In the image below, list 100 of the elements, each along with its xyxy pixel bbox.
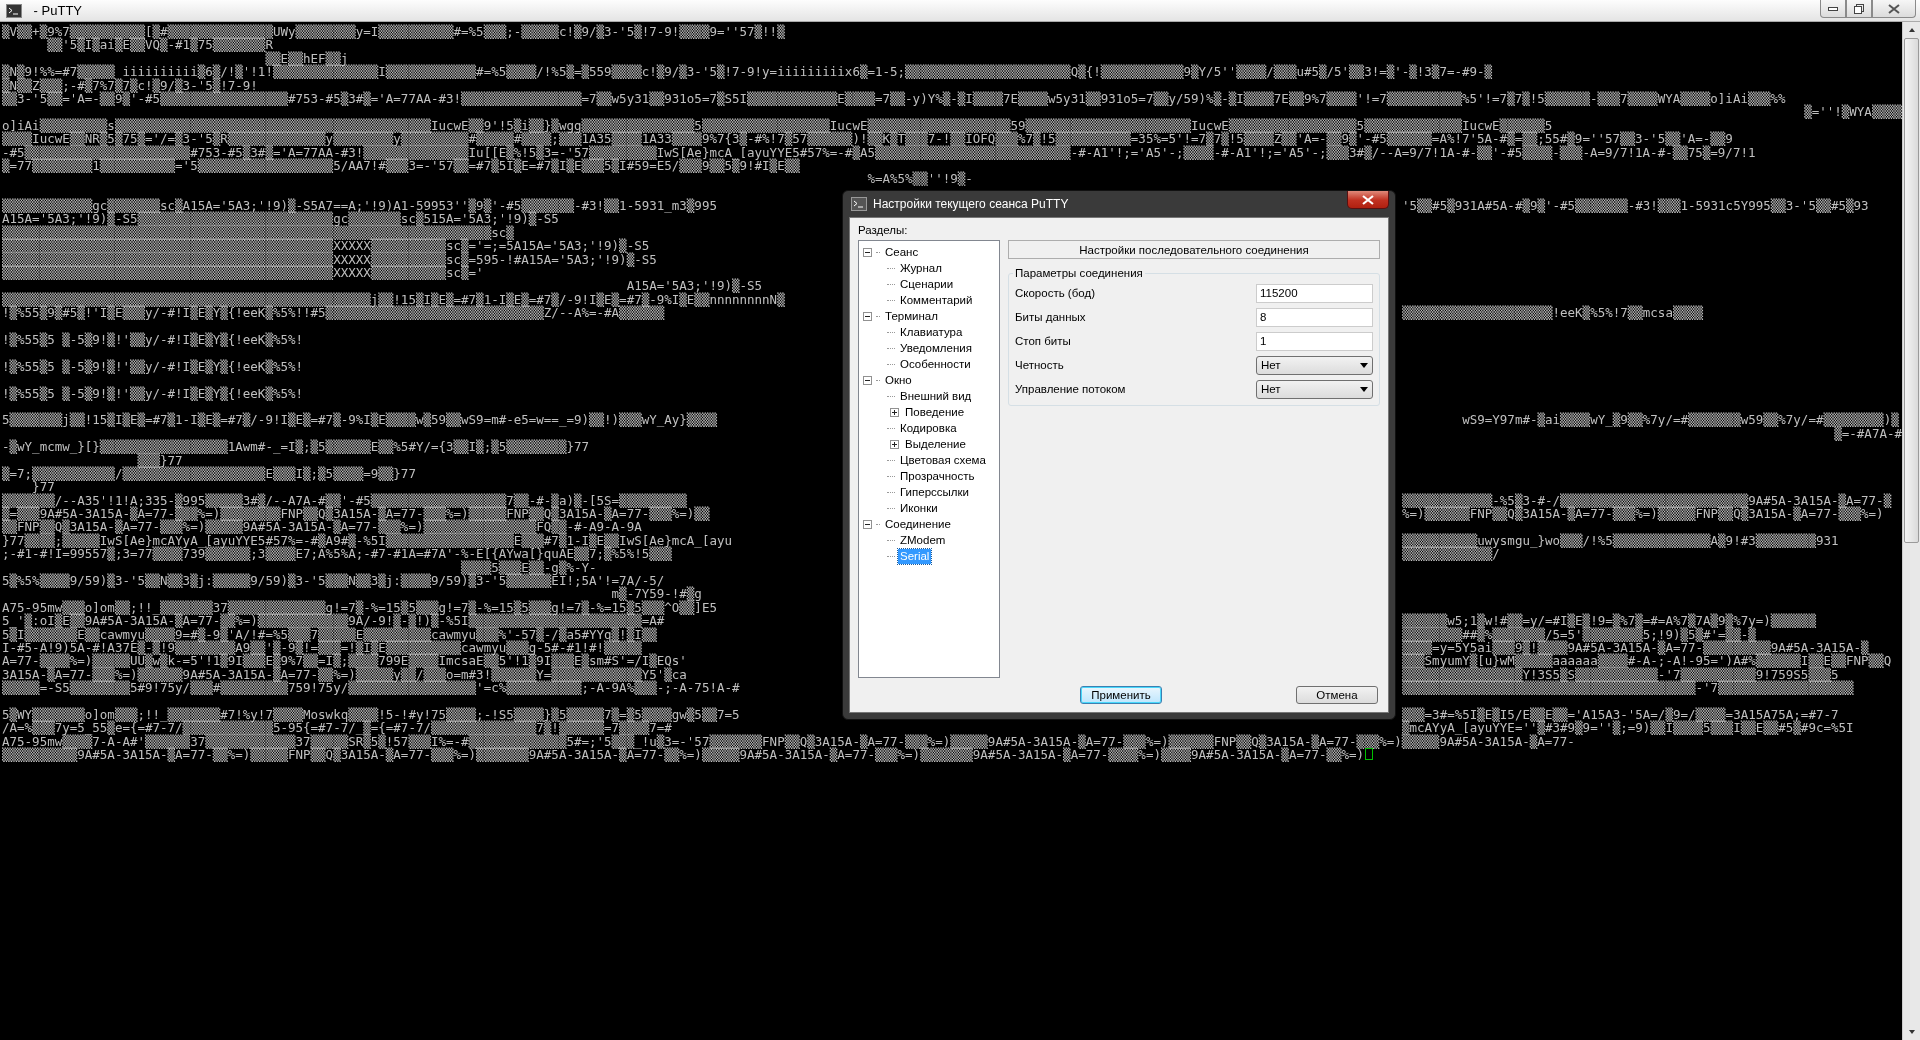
terminal-line: ▒=7;▒▒▒▒▒▒▒▒▒▒▒/▒▒▒▒▒▒▒▒▒▒▒▒▒▒▒▒▒▒▒E▒▒▒I▒;▒5▒▒▒▒=9▒▒}77 [2,466,416,481]
dialog-title: Настройки текущего сеанса PuTTY [873,197,1069,211]
terminal-line: ▒▒▒▒▒▒▒▒▒▒▒▒▒▒▒▒▒▒▒▒▒▒▒▒▒▒▒▒▒▒▒▒▒▒▒▒▒▒▒▒▒▒▒▒▒▒▒▒▒▒▒▒▒▒▒▒▒▒▒▒▒▒▒▒▒sc▒ [2,225,514,240]
panel-title: Настройки последовательного соединения [1008,240,1380,259]
terminal-line: ▒▒▒▒▒▒▒▒▒▒▒▒▒▒▒▒▒▒▒▒▒▒▒▒▒▒▒▒▒▒▒▒▒▒▒▒▒▒▒▒▒▒▒▒XXXXX▒▒▒▒▒▒▒▒▒▒sc▒=595-!#A15A='5A3;'!9)▒-S5 [2,252,657,267]
terminal-line: 5▒I▒▒▒▒▒▒▒E▒▒cawmyu▒▒▒▒9=#▒-9▒'A/!#=%5▒▒▒7▒▒▒▒▒E▒▒▒▒▒▒▒▒▒cawmyu▒▒▒%'-57▒-/▒a5#YYq▒!▒I▒▒ [2,627,657,641]
tree-item[interactable]: Уведомления [898,340,974,356]
terminal-line: 3A15A-▒A=77-▒▒▒%=)▒▒▒▒▒▒9A#5A-3A15A-▒A=77-▒▒%=)▒▒▒▒▒y▒▒/▒▒▒o=m#3!▒▒▒▒▒▒Y=▒▒▒▒▒▒▒▒▒▒▒▒Y5'▒ca [2,667,687,682]
terminal-line: ▒▒FNP▒▒Q▒3A15A-▒A=77-▒▒▒%=)▒▒▒▒▒9A#5A-3A15A-▒A=77-▒▒▒%=)▒▒▒▒▒▒▒▒▒▒▒▒▒▒▒FQ▒▒-#-A9-A-9A [2,520,642,534]
dialog-button[interactable]: Применить [1080,686,1162,704]
field-label: Управление потоком [1015,383,1126,395]
terminal-line: ▒▒'5▒I▒ai▒E▒▒VQ▒-#1▒75▒▒▒▒▒▒▒R [47,38,273,52]
restore-icon [1854,3,1864,14]
dialog-button[interactable]: Отмена [1296,686,1378,704]
terminal-line: ▒=-#A7A-# [1834,426,1902,441]
terminal-line: A15A='5A3;'!9)▒-S5▒▒▒▒▒▒▒▒▒▒▒▒▒▒▒▒▒▒▒▒▒▒▒▒▒▒gc▒▒▒▒▒▒▒sc▒515A='5A3;'!9)▒-S5 [2,212,559,226]
terminal-line: %=A%5%▒▒''!9▒- [866,172,973,186]
scrollbar[interactable] [1902,22,1920,1040]
terminal-line: 5▒▒▒▒▒▒▒j▒▒!15▒I▒E▒=#7▒1-I▒E▒=#7▒/-9!I▒E▒=#7▒-9%I▒E▒▒▒▒w▒59▒▒wS9=m#-e5=w==_=9)▒▒!)▒▒▒wY_Ay}▒▒▒▒ [2,413,717,427]
expand-icon[interactable] [890,439,899,449]
terminal-line: ▒▒▒▒▒▒▒▒##▒%▒▒▒▒▒▒▒/5=5'▒▒▒▒▒▒▒▒5;!9)▒5▒#'=▒▒-▒ [1402,627,1756,641]
collapse-icon[interactable] [863,519,872,529]
terminal-line: ▒▒▒▒▒▒▒/--A35'!1!A;335-▒995▒▒▒▒▒3#▒/--A7A-#▒▒'-#5▒▒▒▒▒▒▒▒▒▒▒▒▒▒▒▒▒▒7▒▒-#-▒a)▒-[5S=▒▒▒▒▒▒▒▒▒ [2,493,687,508]
terminal-line: -▒wY_mcmw_}[}▒▒▒▒▒▒▒▒▒▒▒▒▒▒▒▒▒1Awm#-_=I▒;▒5▒▒▒▒▒▒E▒▒%5#Y/={3▒▒I▒;▒5▒▒▒▒▒▒▒▒}77 [2,440,589,454]
terminal-line: ▒▒▒▒▒▒▒▒▒▒▒▒gc▒▒▒▒▒▒▒sc▒A15A='5A3;'!9)▒-S5A7==A;'!9)A1-59953''▒9▒'-#5▒▒▒▒▒▒▒-#3!▒▒1-5931_m3▒995 [2,199,717,213]
tree-item[interactable]: Терминал [883,308,940,324]
tree-item[interactable]: ZModem [898,532,948,548]
field-label: Четность [1015,359,1064,371]
terminal-line: A75-95mw▒▒▒o]om▒▒;!!_▒▒▒▒▒▒▒37▒▒▒▒▒▒▒▒▒▒▒▒▒g!=7▒-%=15▒5▒▒▒g!=7▒-%=15▒5▒▒▒g!=7▒-%=15▒5▒▒▒^O▒▒]E5 [2,600,717,615]
expand-icon[interactable] [890,407,899,417]
dropdown[interactable]: Нет [1256,355,1373,375]
terminal-line: %=)▒▒▒▒▒▒FNP▒▒Q▒3A15A-▒A=77-▒▒▒%=)▒▒▒▒▒FNP▒▒Q▒3A15A-▒A=77-▒▒▒%=) [1402,507,1884,521]
collapse-icon[interactable] [863,247,872,257]
terminal-line: !▒%55▒5 ▒-5▒9!▒!'▒▒y/-#!I▒E▒Y▒{!eeK▒%5%! [2,333,304,347]
terminal-line: ▒N▒9!%%=#7▒▒▒▒▒ iiiiiiiiii▒6▒/!▒'!1!▒▒▒▒▒▒▒▒▒▒▒▒▒▒I▒▒▒▒▒▒▒▒▒▒▒▒#=%5▒▒▒▒/!%5▒=▒559▒▒▒▒c!▒9/▒3-'5▒!7-9!y=iiiiiiiiix6▒=1-5;▒▒▒▒▒▒▒▒▒▒▒▒▒▒▒▒▒▒▒▒▒▒Q▒{!▒▒▒▒▒▒▒▒▒▒▒9▒Y/5''▒▒▒▒/▒▒▒u#5▒/5'▒▒3!=▒'-▒!3▒7=-#9-▒ [2,65,1493,79]
input-field[interactable]: 8 [1256,307,1373,327]
terminal-line: A=77-▒▒▒▒%=)▒▒▒▒▒UU▒w▒k-=5'!1▒9I▒▒▒E▒9%7▒▒=I▒;▒▒▒▒799E▒▒▒▒ImcsaE▒▒5'!1▒9I▒▒▒E▒sm#S'=/I▒EQs' [2,654,687,668]
tree-item[interactable]: Журнал [898,260,944,276]
collapse-icon[interactable] [863,375,872,385]
terminal-line: ▒▒▒SmyumY▒[u}wM▒▒▒▒▒aaaaaa▒▒▒▒#-A-;-A!-95=')A#%▒▒▒▒▒▒I▒▒E▒▒FNP▒▒Q [1402,654,1892,668]
tree-item[interactable]: Выделение [903,436,968,452]
tree-item[interactable]: Цветовая схема [898,452,988,468]
terminal-line: !▒%55▒5 ▒-5▒9!▒!'▒▒y/-#!I▒E▒Y▒{!eeK▒%5%! [2,386,304,400]
tree-item[interactable]: Поведение [903,404,967,420]
restore-button[interactable] [1846,0,1872,18]
close-icon [1888,3,1900,14]
terminal-line: 5▒%5%▒▒▒▒9/59)▒3-'5▒▒N▒▒3▒j:▒▒▒▒▒9/59)▒3-'5▒▒▒N▒▒3▒j:▒▒▒▒9/59)▒3-'5▒▒▒▒▒▒EI!;5A'!=7A/-5/ [2,574,665,588]
terminal-line: ▒=''!▒WYA▒▒▒▒ [1804,105,1902,119]
tree-item[interactable]: Окно [883,372,914,388]
minimize-icon [1828,6,1838,11]
tree-item[interactable]: Комментарий [898,292,975,308]
close-button[interactable] [1872,0,1916,18]
terminal-icon [6,3,22,18]
terminal-line: A75-95mw▒▒▒▒7-A-A#'▒▒▒▒▒▒37▒▒▒▒▒▒▒▒▒▒▒▒37▒▒▒▒▒SR▒5▒!57▒▒▒I%=-#▒▒▒▒▒▒▒▒▒▒▒▒▒5#=;'5▒▒▒_!u▒3=-'57▒▒▒▒▒▒▒FNP▒▒Q▒3A15A-▒A=77-▒▒▒%=)▒▒▒▒▒9A#5A-3A15A-▒A=77-▒▒▒%=)▒▒▒▒▒▒FNP▒▒Q▒3A15A-▒A=77-▒▒▒%=)▒▒▒▒▒9A#5A-3A15A-▒A=77- [2,734,1575,749]
terminal-line: ▒▒▒▒▒▒▒▒▒▒9A#5A-3A15A-▒A=77-▒▒%=)▒▒▒▒▒FNP▒▒Q▒3A15A-▒A=77-▒▒▒%=)▒▒▒▒▒▒▒9A#5A-3A15A-▒A=77-▒▒%=)▒▒▒▒▒9A#5A-3A15A-▒A=77-▒▒▒%=)▒▒▒▒▒▒▒9A#5A-3A15A-▒A=77-▒▒▒▒%=)▒▒▒▒9A#5A-3A15A-▒A=77-▒▒%=) [2,748,1365,762]
collapse-icon[interactable] [863,311,872,321]
terminal-line: ▒▒▒=3#=%5I▒E▒I5/E▒▒E▒▒='A15A3-'5A=/▒9=/▒▒▒▒=3A15A75A;=#7-7 [1402,707,1839,722]
terminal-line: ▒▒▒▒=y=5Y5ai▒▒▒9▒!▒▒▒▒9A#5A-3A15A-▒A=77-▒▒▒▒▒▒▒▒▒9A#5A-3A15A-▒ [1402,640,1869,655]
tree-item[interactable]: Сценарии [898,276,956,292]
group-title: Параметры соединения [1014,267,1144,279]
terminal-line: !▒%55▒5 ▒-5▒9!▒!'▒▒y/-#!I▒E▒Y▒{!eeK▒%5%! [2,359,304,374]
terminal-line: '5▒▒#5▒931A#5A-#▒9▒'-#5▒▒▒▒▒▒▒-#3!▒▒▒1-5931c5Y995▒▒3-'5▒▒#5▒93 [1402,199,1869,213]
tree-item[interactable]: Иконки [898,500,940,516]
scroll-thumb[interactable] [1904,38,1919,543]
terminal-line: 5_'▒:oI▒E▒▒9A#5A-3A15A-▒A=77-▒▒%=)▒▒▒▒▒▒▒▒▒▒▒▒9A/-9!▒-▒!)▒-%5I▒▒▒▒▒▒▒▒▒▒▒▒▒▒▒▒▒▒▒▒▒▒▒=A# [2,614,665,628]
terminal-line: ▒▒▒▒▒▒▒▒▒▒▒▒▒▒▒▒▒▒▒▒▒▒▒▒▒▒▒▒▒▒▒▒▒▒▒▒▒▒▒▒▒▒▒▒XXXXX▒▒▒▒▒▒▒▒▒▒sc▒='=;=5A15A='5A3;'!9)▒-S5 [2,239,650,253]
field-label: Скорость (бод) [1015,287,1095,299]
terminal-line: ▒=▒▒▒9A#5A-3A15A-▒A=77-▒▒▒%=)▒▒▒▒▒▒▒▒FNP▒▒Q▒3A15A-▒A=77-▒▒▒%=)▒▒▒▒▒FNP▒▒Q▒3A15A-▒A=77-▒▒▒%=)▒▒ [2,507,710,521]
terminal-line: 5▒WY▒▒▒▒▒▒▒o]om▒▒▒;!!_▒▒▒▒▒▒▒#7!%y!7▒▒▒▒Moswkq▒▒▒▒!5-!#y!75▒▒▒▒;-!S5▒▒▒▒}▒5▒▒▒▒▒7▒=▒5▒▒▒▒gw▒5▒▒7=5 [2,707,740,722]
terminal-line: o]iAi▒▒▒▒▒▒▒▒▒s▒▒▒▒▒▒▒▒▒▒▒▒▒▒▒▒▒▒▒▒▒▒▒▒▒▒▒▒▒▒▒▒▒▒▒▒▒▒▒▒▒▒IucwE▒▒9'!5▒i▒▒}▒wgg▒▒▒▒▒▒▒▒▒▒▒▒▒▒▒5▒▒▒▒▒▒▒▒▒▒▒▒▒▒▒▒▒IucwE▒▒▒▒▒▒▒▒▒▒▒▒▒▒▒▒▒▒▒59▒▒▒▒▒▒▒▒▒▒▒▒▒▒▒▒▒▒▒▒▒▒IucwE▒▒▒▒▒▒▒▒▒▒▒▒▒▒▒▒▒5▒▒▒▒▒▒▒▒▒▒▒▒▒IucwE▒▒▒▒▒▒5 [2,118,1553,133]
terminal-line: /A=%▒▒▒7y=5_55▒e={=#7-7/▒▒▒▒▒▒▒▒▒▒▒▒5-95{=#7-7/_▒={=#7-7/▒▒▒▒▒▒▒▒▒▒▒▒▒▒7▒!▒▒▒▒▒▒=7▒▒▒▒7=# [2,721,672,735]
terminal-line: I-#5-A!9)5A-#!A37E▒-▒!9▒▒▒▒▒▒▒▒A9▒▒'▒-9▒!=▒▒▒=!▒I▒E▒▒▒▒▒▒▒▒▒▒cawmyu▒▒▒g-5#-#1!#!▒▒▒▒▒ [2,640,642,655]
close-button[interactable] [1347,191,1389,209]
minimize-button[interactable] [1820,0,1846,18]
window-title: - PuTTY [32,3,82,18]
terminal-line: ▒▒▒▒▒▒▒▒▒▒▒▒▒▒▒▒▒▒▒▒▒▒▒▒▒▒▒▒▒▒▒▒▒▒▒▒▒▒▒▒▒▒▒▒XXXXX▒▒▒▒▒▒▒▒▒▒sc▒=' [2,266,484,280]
terminal-line: ▒▒▒▒▒▒▒▒▒▒▒▒▒▒▒▒▒▒▒▒▒▒▒▒▒▒▒▒▒▒▒▒▒▒▒▒▒▒▒-'7▒▒▒▒▒▒▒▒▒▒▒▒▒▒▒▒▒▒ [1402,681,1854,695]
terminal-line: ;-#1-#!I=99557▒;3=77▒▒▒▒739▒▒▒▒▒▒;3▒▒▒▒E7;A%5%A;-#7-#1A=#7A'-%-E[{AYwa[}quAE▒▒7;▒%5%!5▒▒▒ [2,547,672,561]
terminal-line: A15A='5A3;'!9)▒-S5 [626,279,763,293]
caret-icon [1360,386,1368,392]
tree-item[interactable]: Сеанс [883,244,921,260]
terminal-line: ▒▒▒}77 [137,453,183,467]
close-icon [1362,194,1374,205]
terminal-line: ▒▒▒▒▒▒w5;1▒w!#▒▒=y/=#I▒E▒!9=▒%7▒=#=A%7▒7A▒9▒%7y=)▒▒▒▒▒▒ [1402,614,1816,628]
tree-item[interactable]: Клавиатура [898,324,965,340]
tree-item[interactable]: Соединение [883,516,953,532]
dropdown[interactable]: Нет [1256,379,1373,399]
caret-icon [1360,362,1368,368]
input-field[interactable]: 115200 [1256,283,1373,303]
tree-item[interactable]: Особенности [898,356,973,372]
tree-item[interactable]: Внешний вид [898,388,974,404]
tree-item[interactable]: Гиперссылки [898,484,971,500]
tree-item[interactable]: Кодировка [898,420,959,436]
terminal-line: ▒=77▒▒▒▒▒▒▒▒1▒▒▒▒▒▒▒▒▒▒='5▒▒▒▒▒▒▒▒▒▒▒▒▒▒▒▒▒▒5/AA7!#▒▒▒3=-'57▒▒=#7▒5I▒E=#7▒I▒E▒▒▒5▒I#59=E5/▒▒▒9▒▒5▒9!#I▒E▒▒ [2,158,800,173]
tree-item[interactable]: Прозрачность [898,468,977,484]
input-field[interactable]: 1 [1256,331,1373,351]
terminal-line: ▒V▒▒+▒9%7▒▒▒▒▒▒▒▒▒▒[▒#▒▒▒▒▒▒▒▒▒▒▒▒▒▒UWy▒▒▒▒▒▒▒▒y=I▒▒▒▒▒▒▒▒▒▒#=%5▒▒▒;-▒▒▒▒▒c!▒9/▒3-'5▒!7-9!▒▒▒▒9=''57▒!!▒ [2,25,785,39]
field-label: Стоп биты [1015,335,1071,347]
terminal-line: ▒▒▒▒5▒▒▒E▒▒-g▒%-Y- [461,560,597,574]
terminal-icon [851,197,867,211]
